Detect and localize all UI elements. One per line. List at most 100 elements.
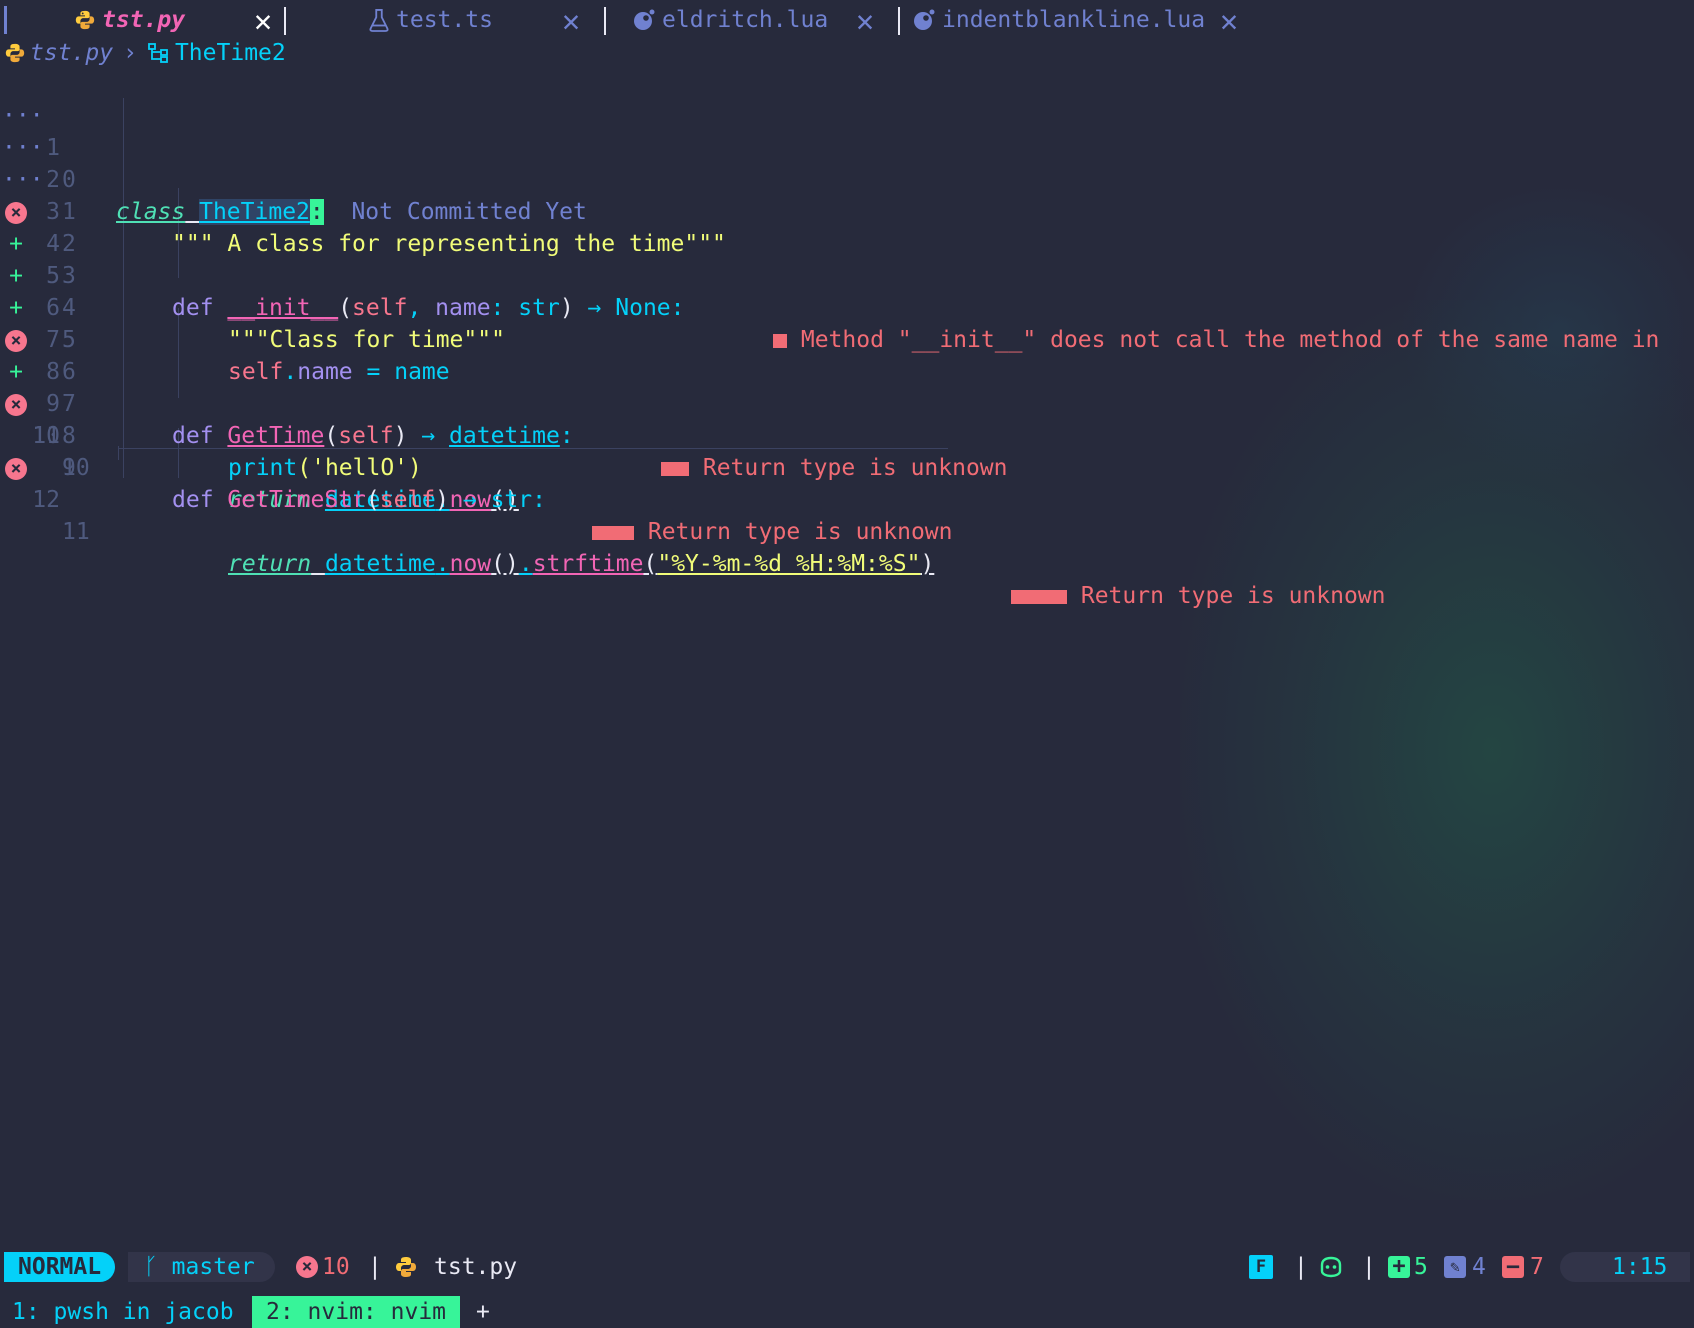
breadcrumb-file[interactable]: tst.py — [30, 40, 113, 66]
diagnostic-marker — [1011, 589, 1067, 604]
tmux-window-1[interactable]: 1: pwsh in jacob — [12, 1296, 234, 1328]
close-icon[interactable]: ✕ — [1220, 4, 1238, 39]
python-icon — [75, 10, 95, 30]
line-number: 10 — [62, 455, 90, 481]
diagnostic-marker — [592, 525, 634, 540]
code-line: ··· 3 2 — [0, 132, 1694, 257]
separator: | — [368, 1254, 382, 1280]
git-added-icon: + — [1388, 1256, 1410, 1278]
punctuation: . — [435, 551, 450, 577]
error-count: 10 — [322, 1254, 350, 1280]
branch-name: master — [171, 1254, 255, 1280]
tab-separator — [604, 7, 606, 35]
code-line: 11 10 def GetTimeStr(self) → str: — [0, 388, 1694, 513]
git-changed-count: 4 — [1472, 1254, 1486, 1280]
code-line: ··· 2 1 """ A class for representing the… — [0, 100, 1694, 257]
tab-tst-py[interactable]: tst.py — [74, 0, 185, 40]
string-argument: ('hellO') — [297, 455, 422, 481]
punctuation: () — [491, 551, 519, 577]
arrow: → — [462, 487, 477, 513]
lua-icon — [634, 9, 655, 30]
code-line: ··· 1 0 class TheTime2: Not Committed Ye… — [0, 68, 1694, 225]
tab-label: eldritch.lua — [662, 7, 829, 33]
punctuation: ( — [643, 551, 658, 577]
self-param: self — [379, 487, 436, 513]
diagnostic-message: Return type is unknown — [1011, 580, 1386, 612]
mode-indicator: NORMAL — [4, 1252, 116, 1282]
tab-label: indentblankline.lua — [942, 7, 1206, 33]
diagnostic-message: Return type is unknown — [661, 452, 1008, 484]
lua-icon — [914, 9, 935, 30]
punctuation: : — [532, 487, 546, 513]
statusline: NORMAL ᚴ master × 10 | tst.py F | | + 5 … — [0, 1250, 1694, 1284]
code-line: × 8 7 def GetTime(self) → datetime: Retu… — [0, 292, 1694, 481]
keyword: def — [172, 487, 214, 513]
tab-indicator — [4, 6, 7, 34]
tab-eldritch-lua[interactable]: eldritch.lua — [632, 0, 828, 40]
python-icon — [5, 43, 25, 63]
string-argument: "%Y-%m-%d %H:%M:%S" — [657, 551, 921, 577]
relative-line-number: 12 — [32, 487, 60, 513]
breadcrumb-symbol[interactable]: TheTime2 — [175, 40, 286, 66]
tab-label: tst.py — [102, 7, 186, 33]
close-icon[interactable]: ✕ — [562, 4, 580, 39]
git-removed-count: 7 — [1530, 1254, 1544, 1280]
branch-icon: ᚴ — [144, 1254, 158, 1280]
code-line: × 4 3 def __init__(self, name: str) → No… — [0, 164, 1694, 353]
code-line: × 10 9 return datetime.now() Return type… — [0, 356, 1694, 545]
function-name: GetTimeStr — [227, 487, 366, 513]
diagnostic-text: Return type is unknown — [1080, 583, 1386, 609]
diagnostic-marker — [661, 461, 689, 476]
method-call: now — [449, 551, 492, 577]
method-call: strftime — [532, 551, 644, 577]
tabline: tst.py ✕ test.ts ✕ eldritch.lua ✕ indent… — [0, 0, 1694, 40]
code-line: × 12 11 return datetime.now().strftime("… — [0, 420, 1694, 609]
line-number: 11 — [62, 519, 90, 545]
error-icon: × — [5, 457, 27, 480]
tmux-new-window[interactable]: + — [476, 1296, 490, 1328]
tab-label: test.ts — [396, 7, 493, 33]
diagnostic-message: Return type is unknown — [592, 516, 953, 548]
git-changed-icon: ✎ — [1444, 1256, 1466, 1278]
copilot-icon[interactable] — [1318, 1255, 1344, 1279]
close-icon[interactable]: ✕ — [856, 4, 874, 39]
keyword: return — [228, 551, 312, 577]
formatter-badge[interactable]: F — [1249, 1255, 1273, 1279]
python-icon — [396, 1257, 416, 1277]
diagnostic-text: Return type is unknown — [647, 519, 953, 545]
diagnostics-count[interactable]: × 10 — [296, 1252, 350, 1282]
flask-icon — [369, 9, 389, 32]
tab-indentblankline-lua[interactable]: indentblankline.lua — [912, 0, 1205, 40]
git-branch[interactable]: ᚴ master — [128, 1252, 275, 1282]
punctuation: ( — [365, 487, 380, 513]
code-line: + 5 4 """Class for time""" — [0, 196, 1694, 353]
git-added-count: 5 — [1414, 1254, 1428, 1280]
status-filename: tst.py — [434, 1254, 518, 1280]
code-line: + 6 5 self.name = name — [0, 228, 1694, 385]
close-icon[interactable]: ✕ — [254, 4, 272, 39]
punctuation: ) — [435, 487, 449, 513]
git-removed-icon: − — [1502, 1256, 1524, 1279]
diagnostic-text: Return type is unknown — [702, 455, 1008, 481]
error-icon: × — [296, 1256, 318, 1278]
punctuation: . — [518, 551, 533, 577]
status-file: tst.py — [394, 1252, 517, 1282]
punctuation: ) — [920, 551, 935, 577]
cursor-position: 1:15 — [1612, 1254, 1668, 1280]
tab-separator — [898, 7, 900, 35]
breadcrumb: tst.py › TheTime2 — [0, 38, 286, 68]
error-sign: × — [2, 452, 30, 484]
separator: | — [1362, 1254, 1376, 1280]
code-line: + 7 6 — [0, 260, 1694, 385]
breadcrumb-separator: › — [123, 40, 137, 66]
class-icon — [148, 43, 168, 63]
tmux-statusbar: 1: pwsh in jacob 2: nvim: nvim + — [0, 1296, 1694, 1328]
tab-test-ts[interactable]: test.ts — [368, 0, 493, 40]
code-line: + 9 8 print('hellO') — [0, 324, 1694, 481]
tmux-window-2[interactable]: 2: nvim: nvim — [252, 1296, 461, 1328]
separator: | — [1294, 1254, 1308, 1280]
tab-separator — [284, 7, 286, 35]
return-type: str — [490, 487, 533, 513]
object: datetime — [324, 551, 436, 577]
function-call: print — [228, 455, 298, 481]
